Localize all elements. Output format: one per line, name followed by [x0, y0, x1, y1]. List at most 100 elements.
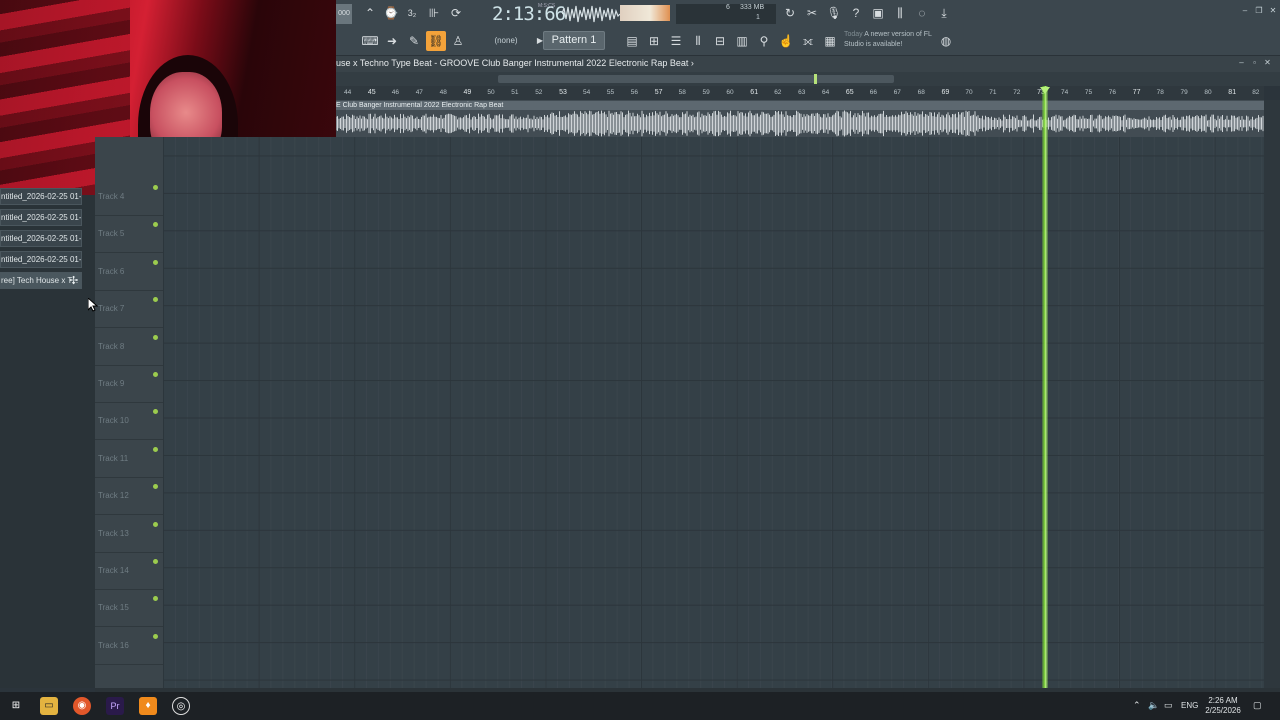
metronome-icon[interactable]: ⌃ [360, 3, 380, 23]
step-edit-icon[interactable]: ⊪ [424, 3, 444, 23]
track-mute-led[interactable] [153, 521, 158, 527]
firefox-icon[interactable]: ◉ [73, 697, 91, 715]
undo-history-icon[interactable]: ↻ [780, 3, 800, 23]
track-header[interactable]: Track 8 [95, 329, 163, 366]
ruler-bar-number: 79 [1180, 89, 1188, 96]
countdown-icon[interactable]: 3₂ [402, 3, 422, 23]
file-explorer-icon[interactable]: ▭ [40, 697, 58, 715]
help-icon[interactable]: ? [846, 3, 866, 23]
audio-clip[interactable]: E Club Banger Instrumental 2022 Electron… [336, 100, 1264, 137]
touch-icon[interactable]: ☝ [776, 31, 796, 51]
piano-icon[interactable]: ⌨ [360, 31, 380, 51]
ruler-bar-number: 54 [583, 89, 591, 96]
news-today-label: Today [844, 31, 863, 38]
render-icon[interactable]: ▦ [820, 31, 840, 51]
track-name: Track 9 [98, 379, 125, 388]
cut-icon[interactable]: ✂ [802, 3, 822, 23]
brush-icon[interactable]: ✎ [404, 31, 424, 51]
track-mute-led[interactable] [153, 372, 158, 377]
playlist-maximize-icon[interactable]: ▫ [1248, 58, 1261, 67]
horizontal-scrollbar[interactable] [336, 72, 1280, 86]
stamp-icon[interactable]: ♙ [448, 31, 468, 51]
mixer-view-icon[interactable]: ⫴ [688, 31, 708, 51]
track-header[interactable]: Track 14 [95, 553, 163, 590]
ruler-bar-number: 71 [989, 89, 997, 96]
download-icon[interactable]: ⤓ [934, 3, 954, 23]
track-mute-led[interactable] [153, 334, 158, 340]
track-header[interactable]: Track 12 [95, 478, 163, 516]
fl-studio-icon[interactable]: ♦ [139, 697, 157, 715]
notification-icon[interactable]: ▢ [1253, 700, 1262, 711]
tray-expand-icon[interactable]: ⌃ [1133, 700, 1141, 711]
premiere-icon[interactable]: Pr [106, 697, 124, 715]
wait-input-icon[interactable]: ⌚ [381, 3, 401, 23]
browser-item[interactable]: ree] Tech House x T... ✢ [0, 272, 82, 289]
track-mute-led[interactable] [153, 259, 158, 265]
close-icon[interactable]: ✕ [1266, 6, 1280, 15]
piano-roll-icon[interactable]: ☰ [666, 31, 686, 51]
scroll-thumb[interactable] [498, 75, 894, 83]
link-icon[interactable]: ⛓ [426, 31, 446, 51]
restore-icon[interactable]: ❐ [1252, 6, 1266, 15]
track-mute-led[interactable] [153, 633, 158, 639]
windows-start-icon[interactable]: ⊞ [7, 697, 25, 715]
playlist-view-icon[interactable]: ▤ [622, 31, 642, 51]
pattern-selector[interactable]: Pattern 1 [543, 31, 605, 50]
track-header[interactable]: Track 5 [95, 216, 163, 254]
track-name: Track 11 [98, 453, 129, 463]
browser-item[interactable]: ntitled_2026-02-25 01- [0, 230, 82, 247]
vertical-scrollbar[interactable] [1264, 100, 1280, 688]
playlist-grid[interactable] [163, 137, 1264, 688]
mixer-icon[interactable]: ⫼ [890, 3, 910, 23]
track-header[interactable]: Track 7 [95, 291, 163, 329]
network-icon[interactable]: ▭ [1164, 700, 1173, 711]
track-header[interactable]: Track 9 [95, 366, 163, 403]
save-icon[interactable]: ▣ [868, 3, 888, 23]
time-ruler[interactable]: 44 45 46 47 48 49 50 51 52 53 54 55 56 57 58 59 60 61 62 63… [336, 86, 1264, 100]
playlist-close-icon[interactable]: ✕ [1261, 58, 1274, 67]
playlist-minimize-icon[interactable]: – [1235, 58, 1248, 67]
track-header[interactable]: Track 13 [95, 516, 163, 553]
obs-icon[interactable]: ◎ [172, 697, 190, 715]
channel-rack-icon[interactable]: ⊞ [644, 31, 664, 51]
ruler-bar-number: 62 [774, 89, 782, 96]
minimize-icon[interactable]: – [1238, 6, 1252, 15]
clipboard-icon[interactable]: ▥ [732, 31, 752, 51]
snap-select[interactable]: (none) [482, 33, 530, 49]
track-mute-led[interactable] [153, 596, 158, 602]
track-mute-led[interactable] [153, 222, 158, 228]
link-plug-icon[interactable]: ⟗ [798, 31, 818, 51]
browser-item-label: ntitled_2026-02-25 01- [1, 213, 82, 222]
track-header[interactable]: Track 6 [95, 254, 163, 291]
browser-item[interactable]: ntitled_2026-02-25 01- [0, 251, 82, 268]
track-mute-led[interactable] [153, 484, 158, 490]
track-mute-led[interactable] [153, 185, 158, 190]
taskbar-clock[interactable]: 2:26 AM 2/25/2026 [1200, 696, 1246, 716]
microphone-icon[interactable]: 🎙 [824, 3, 844, 23]
plugin-icon[interactable]: ⚲ [754, 31, 774, 51]
arrow-right-icon[interactable]: ➜ [382, 31, 402, 51]
track-header[interactable]: Track 10 [95, 403, 163, 441]
tempo-display[interactable]: 000 [336, 4, 352, 24]
browser-item[interactable]: ntitled_2026-02-25 01- [0, 209, 82, 226]
news-panel[interactable]: Today A newer version of FL Studio is av… [844, 30, 944, 50]
drag-handle-icon[interactable]: ✢ [69, 274, 78, 288]
volume-icon[interactable]: 🔈 [1148, 700, 1159, 711]
track-mute-led[interactable] [153, 297, 158, 303]
track-mute-led[interactable] [153, 446, 158, 452]
loop-record-icon[interactable]: ⟳ [446, 3, 466, 23]
track-header[interactable]: Track 15 [95, 590, 163, 628]
chat-icon[interactable]: ◌ [912, 3, 932, 23]
browser-icon[interactable]: ⊟ [710, 31, 730, 51]
track-mute-led[interactable] [153, 409, 158, 415]
track-mute-led[interactable] [153, 559, 158, 564]
playhead[interactable] [1042, 86, 1048, 688]
track-header[interactable]: Track 16 [95, 628, 163, 665]
browser-item[interactable]: ntitled_2026-02-25 01- [0, 188, 82, 205]
track-header[interactable]: Track 11 [95, 441, 163, 478]
language-indicator[interactable]: ENG [1181, 701, 1198, 710]
song-position-marker [814, 74, 817, 84]
globe-icon[interactable]: ◍ [936, 31, 956, 51]
track-header[interactable]: Track 4 [95, 179, 163, 216]
playhead-marker[interactable] [1040, 87, 1050, 94]
